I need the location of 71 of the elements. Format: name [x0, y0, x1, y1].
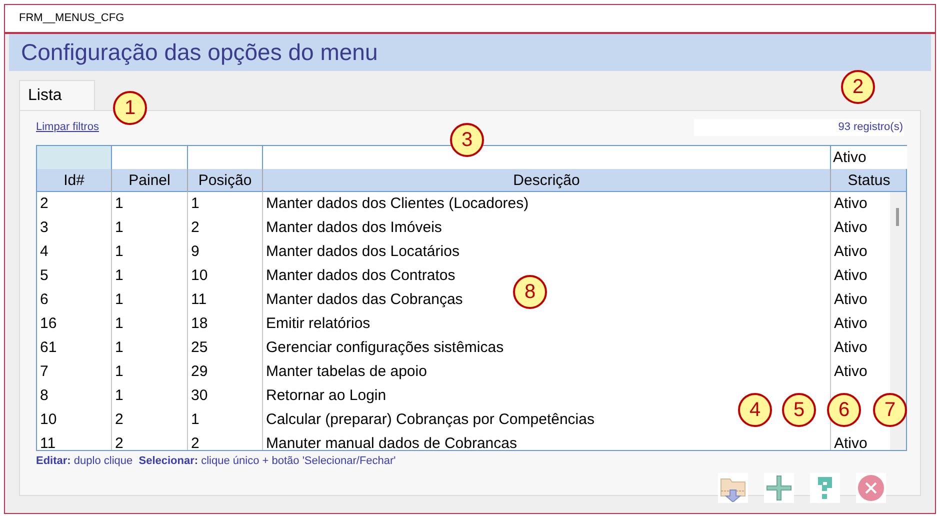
column-header[interactable]: Painel [112, 168, 188, 192]
table-cell: 18 [188, 312, 263, 336]
table-cell: 7 [37, 360, 112, 384]
table-cell: Gerenciar configurações sistêmicas [263, 336, 831, 360]
table-cell: 29 [188, 360, 263, 384]
table-cell: 10 [188, 264, 263, 288]
table-cell-text: Ativo [833, 434, 868, 450]
table-cell: 11 [37, 432, 112, 450]
table-cell: 2 [188, 216, 263, 240]
table-cell: 3 [37, 216, 112, 240]
table-cell: 1 [188, 192, 263, 216]
close-icon [857, 474, 885, 502]
filter-field[interactable] [263, 146, 831, 168]
table-cell: 1 [112, 216, 188, 240]
table-cell: 25 [188, 336, 263, 360]
column-header[interactable]: Descrição [263, 168, 831, 192]
filter-field[interactable]: Ativo [831, 146, 907, 168]
table-cell: 61 [37, 336, 112, 360]
table-cell: 1 [112, 264, 188, 288]
usage-hint: Editar: duplo clique Selecionar: clique único + botão 'Selecionar/Fechar' [36, 454, 397, 468]
table-cell: Emitir relatórios [263, 312, 831, 336]
table-cell: 6 [37, 288, 112, 312]
column-header[interactable]: Id# [37, 168, 112, 192]
table-cell: 1 [112, 336, 188, 360]
table-cell: 9 [188, 240, 263, 264]
table-cell: 2 [37, 192, 112, 216]
table-cell: Manuter manual dados de Cobrancas [263, 432, 831, 450]
window-title: FRM__MENUS_CFG [19, 11, 124, 26]
clear-filters-link[interactable]: Limpar filtros [36, 119, 99, 136]
table-cell: 30 [188, 384, 263, 408]
table-cell: 2 [112, 408, 188, 432]
tab[interactable]: Lista [19, 80, 95, 110]
folder-arrow-button[interactable] [718, 473, 748, 503]
table-cell-text: Ativo [833, 266, 868, 286]
table-cell: 1 [188, 408, 263, 432]
table-cell-text: Ativo [833, 290, 868, 310]
table-cell: 16 [37, 312, 112, 336]
column-header[interactable]: Status [831, 168, 907, 192]
filter-field[interactable] [37, 146, 112, 168]
form-title: Configuração das opções do menu [21, 38, 378, 68]
table-cell: Manter dados dos Clientes (Locadores) [263, 192, 831, 216]
help-button[interactable] [810, 473, 840, 503]
table-cell-text: Ativo [833, 362, 868, 382]
table-cell: 4 [37, 240, 112, 264]
table-cell: Manter dados dos Imóveis [263, 216, 831, 240]
table-cell: 1 [112, 192, 188, 216]
table-cell-text: Ativo [833, 242, 868, 262]
record-count: 93 registro(s) [694, 119, 904, 136]
table-cell: 1 [112, 360, 188, 384]
table-cell: Manter dados dos Locatários [263, 240, 831, 264]
table-cell: 2 [188, 432, 263, 450]
filter-field[interactable] [188, 146, 263, 168]
table-cell-text: Ativo [833, 218, 868, 238]
plus-button[interactable] [764, 473, 794, 503]
table-cell: 1 [112, 288, 188, 312]
table-cell: 1 [112, 312, 188, 336]
column-header[interactable]: Posição [188, 168, 263, 192]
table-cell: 10 [37, 408, 112, 432]
table-cell-text: Ativo [833, 338, 868, 358]
table-cell: 5 [37, 264, 112, 288]
table-cell: Manter tabelas de apoio [263, 360, 831, 384]
table-cell: 1 [112, 240, 188, 264]
table-cell-text: Ativo [833, 194, 868, 214]
plus-icon [765, 474, 793, 502]
table-cell: 11 [188, 288, 263, 312]
close-button[interactable] [856, 473, 886, 503]
table-cell-text: Ativo [833, 314, 868, 334]
table-cell: 2 [112, 432, 188, 450]
table-cell: 1 [112, 384, 188, 408]
filter-field[interactable] [112, 146, 188, 168]
table-cell: 8 [37, 384, 112, 408]
